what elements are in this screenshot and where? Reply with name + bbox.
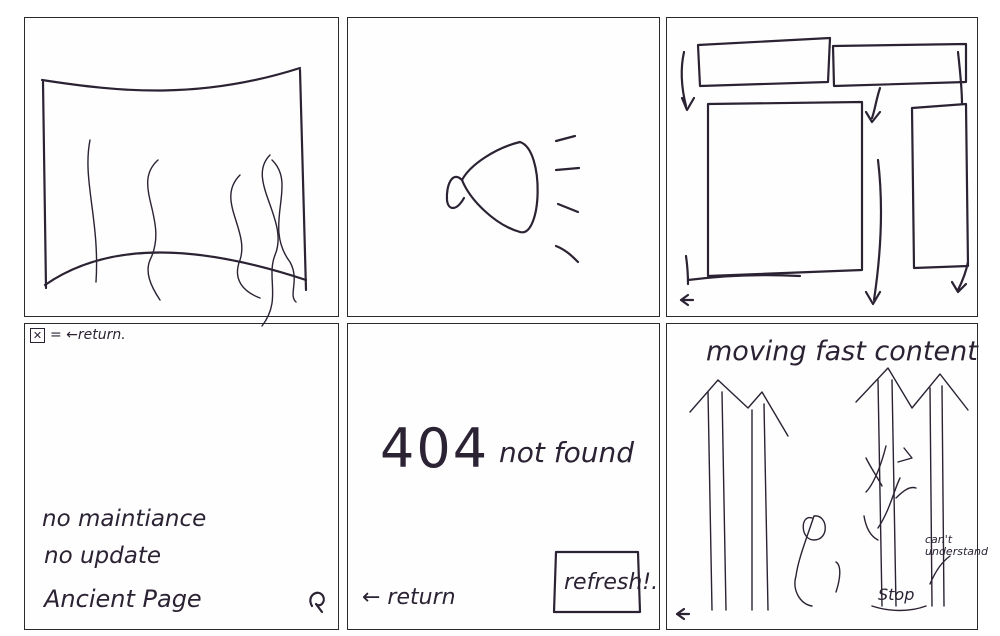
ancient-line-2: no update <box>44 543 161 569</box>
ancient-line-1: no maintiance <box>42 506 207 532</box>
panel-speaker <box>347 17 660 317</box>
panel-flag <box>24 17 339 317</box>
close-icon: ✕ <box>30 328 45 343</box>
error-code: 404 <box>380 417 490 480</box>
cant-understand-note: can't understand <box>925 533 988 558</box>
refresh-button[interactable]: refresh!. <box>564 570 658 595</box>
panel-ancient-page <box>24 323 339 630</box>
ancient-line-3: Ancient Page <box>44 585 202 613</box>
error-text: not found <box>499 436 635 469</box>
panel-layout <box>666 17 978 317</box>
stop-label: Stop <box>878 585 915 604</box>
storyboard-sheet: ✕ = ←return. no maintiance no update Anc… <box>0 0 1000 636</box>
panel-moving-content <box>666 323 978 630</box>
close-legend-text: = ←return. <box>50 327 126 343</box>
moving-content-title: moving fast content <box>706 336 978 367</box>
return-link[interactable]: ← return <box>362 585 456 610</box>
